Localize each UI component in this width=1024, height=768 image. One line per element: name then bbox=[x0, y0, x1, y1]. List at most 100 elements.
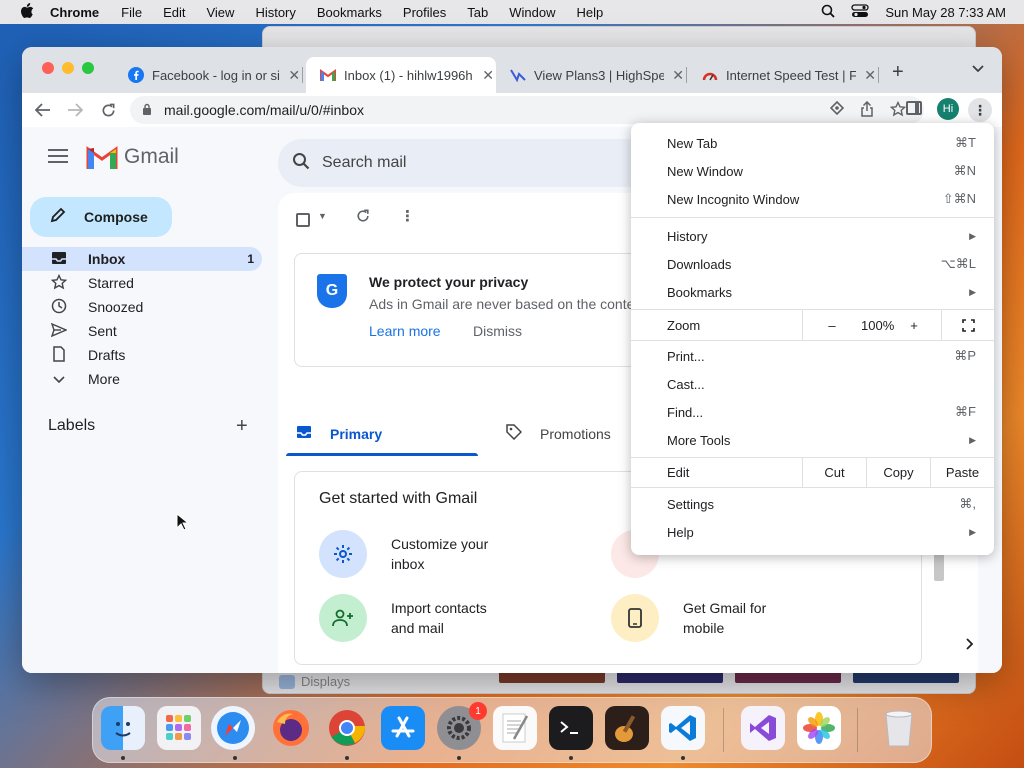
bookmark-star-icon[interactable] bbox=[889, 100, 907, 120]
menubar-tab[interactable]: Tab bbox=[467, 5, 488, 20]
menu-item-new-incognito[interactable]: New Incognito Window ⇧⌘N bbox=[631, 185, 994, 213]
finder-icon[interactable] bbox=[101, 706, 145, 750]
menubar-help[interactable]: Help bbox=[577, 5, 604, 20]
menu-item-new-tab[interactable]: New Tab ⌘T bbox=[631, 129, 994, 157]
spotlight-search-icon[interactable] bbox=[821, 4, 835, 21]
nav-item-sent[interactable]: Sent bbox=[22, 319, 262, 343]
url-text[interactable]: mail.google.com/mail/u/0/#inbox bbox=[164, 102, 364, 118]
tab-search-chevron-icon[interactable] bbox=[972, 61, 984, 76]
tab-gmail[interactable]: Inbox (1) - hihlw1996h ✕ bbox=[306, 57, 496, 93]
menubar-history[interactable]: History bbox=[255, 5, 295, 20]
compose-button[interactable]: Compose bbox=[30, 197, 172, 237]
chrome-menu-kebab-icon[interactable]: ⋮ bbox=[968, 98, 992, 122]
textedit-icon[interactable] bbox=[493, 706, 537, 750]
launchpad-icon[interactable] bbox=[157, 706, 201, 750]
gmail-logo[interactable]: Gmail bbox=[86, 145, 179, 169]
vscode-icon[interactable] bbox=[661, 706, 705, 750]
chrome-icon[interactable] bbox=[325, 706, 369, 750]
select-all-checkbox[interactable] bbox=[296, 213, 310, 227]
dismiss-button[interactable]: Dismiss bbox=[473, 323, 522, 339]
main-menu-hamburger-icon[interactable] bbox=[48, 149, 68, 167]
menu-item-bookmarks[interactable]: Bookmarks ▶ bbox=[631, 278, 994, 306]
tab-promotions[interactable]: Promotions bbox=[506, 413, 611, 455]
menubar-file[interactable]: File bbox=[121, 5, 142, 20]
menubar-window[interactable]: Window bbox=[509, 5, 555, 20]
add-label-plus-icon[interactable]: + bbox=[236, 415, 248, 438]
menu-item-downloads[interactable]: Downloads ⌥⌘L bbox=[631, 250, 994, 278]
safari-icon[interactable] bbox=[211, 706, 255, 750]
privacy-title: We protect your privacy bbox=[369, 274, 529, 290]
firefox-icon[interactable] bbox=[269, 706, 313, 750]
menu-item-settings[interactable]: Settings ⌘, bbox=[631, 490, 994, 518]
extension-puzzle-icon[interactable] bbox=[829, 100, 845, 120]
cut-button[interactable]: Cut bbox=[802, 457, 866, 487]
add-person-icon bbox=[319, 594, 367, 642]
copy-button[interactable]: Copy bbox=[866, 457, 930, 487]
close-window-button[interactable] bbox=[42, 62, 54, 74]
menu-item-find[interactable]: Find... ⌘F bbox=[631, 398, 994, 426]
garageband-icon[interactable] bbox=[605, 706, 649, 750]
get-gmail-mobile-item[interactable]: Get Gmail for mobile bbox=[611, 594, 803, 642]
tab-highspeed[interactable]: View Plans3 | HighSpe ✕ bbox=[496, 57, 687, 93]
share-icon[interactable] bbox=[860, 100, 874, 120]
nav-item-drafts[interactable]: Drafts bbox=[22, 343, 262, 367]
close-tab-icon[interactable]: ✕ bbox=[670, 67, 686, 84]
visual-studio-icon[interactable] bbox=[741, 706, 785, 750]
side-panel-icon[interactable] bbox=[906, 101, 922, 115]
displays-item[interactable]: Displays bbox=[279, 674, 350, 689]
more-options-icon[interactable]: ⋮ bbox=[400, 207, 415, 225]
tab-facebook[interactable]: Facebook - log in or si ✕ bbox=[114, 57, 303, 93]
tab-strip: Facebook - log in or si ✕ Inbox (1) - hi… bbox=[22, 47, 1002, 93]
profile-avatar[interactable]: Hi bbox=[937, 98, 959, 120]
close-tab-icon[interactable]: ✕ bbox=[480, 67, 496, 84]
menu-item-more-tools[interactable]: More Tools ▶ bbox=[631, 426, 994, 454]
menubar-datetime[interactable]: Sun May 28 7:33 AM bbox=[885, 5, 1006, 20]
zoom-out-button[interactable]: – bbox=[803, 318, 861, 333]
search-icon[interactable] bbox=[292, 152, 310, 175]
tab-primary[interactable]: Primary bbox=[296, 413, 382, 455]
menu-item-new-window[interactable]: New Window ⌘N bbox=[631, 157, 994, 185]
refresh-icon[interactable] bbox=[356, 209, 370, 227]
nav-item-snoozed[interactable]: Snoozed bbox=[22, 295, 262, 319]
menubar-app-name[interactable]: Chrome bbox=[50, 5, 99, 20]
fullscreen-icon[interactable] bbox=[941, 310, 995, 340]
terminal-icon[interactable] bbox=[549, 706, 593, 750]
menu-item-help[interactable]: Help ▶ bbox=[631, 518, 994, 546]
nav-item-more[interactable]: More bbox=[22, 367, 262, 391]
close-tab-icon[interactable]: ✕ bbox=[862, 67, 878, 84]
customize-inbox-item[interactable]: Customize your inbox bbox=[319, 530, 511, 578]
forward-arrow-icon[interactable] bbox=[64, 99, 86, 121]
menu-shortcut: ⌘F bbox=[955, 404, 976, 419]
paste-button[interactable]: Paste bbox=[930, 457, 994, 487]
item-label: Import contacts and mail bbox=[391, 600, 487, 636]
control-center-icon[interactable] bbox=[851, 3, 869, 21]
lock-icon[interactable] bbox=[142, 103, 156, 118]
maximize-window-button[interactable] bbox=[82, 62, 94, 74]
select-dropdown-caret-icon[interactable]: ▼ bbox=[318, 211, 327, 221]
reload-icon[interactable] bbox=[97, 99, 119, 121]
back-arrow-icon[interactable] bbox=[32, 99, 54, 121]
address-bar[interactable]: mail.google.com/mail/u/0/#inbox bbox=[130, 96, 924, 124]
app-store-icon[interactable] bbox=[381, 706, 425, 750]
minimize-window-button[interactable] bbox=[62, 62, 74, 74]
import-contacts-item[interactable]: Import contacts and mail bbox=[319, 594, 511, 642]
menu-item-cast[interactable]: Cast... bbox=[631, 370, 994, 398]
trash-icon[interactable] bbox=[877, 706, 921, 750]
menubar-profiles[interactable]: Profiles bbox=[403, 5, 446, 20]
new-tab-plus-icon[interactable]: + bbox=[892, 61, 904, 84]
apple-menu-icon[interactable] bbox=[18, 2, 36, 22]
next-chevron-icon[interactable] bbox=[966, 637, 974, 653]
menu-item-history[interactable]: History ▶ bbox=[631, 222, 994, 250]
learn-more-link[interactable]: Learn more bbox=[369, 323, 441, 339]
menubar-edit[interactable]: Edit bbox=[163, 5, 185, 20]
menubar-view[interactable]: View bbox=[206, 5, 234, 20]
menubar-bookmarks[interactable]: Bookmarks bbox=[317, 5, 382, 20]
tab-speedtest[interactable]: Internet Speed Test | F ✕ bbox=[688, 57, 879, 93]
zoom-in-button[interactable]: + bbox=[887, 318, 941, 333]
nav-item-starred[interactable]: Starred bbox=[22, 271, 262, 295]
close-tab-icon[interactable]: ✕ bbox=[286, 67, 302, 84]
photos-icon[interactable] bbox=[797, 706, 841, 750]
nav-item-inbox[interactable]: Inbox 1 bbox=[22, 247, 262, 271]
item-label: Customize your inbox bbox=[391, 536, 489, 572]
menu-item-print[interactable]: Print... ⌘P bbox=[631, 342, 994, 370]
